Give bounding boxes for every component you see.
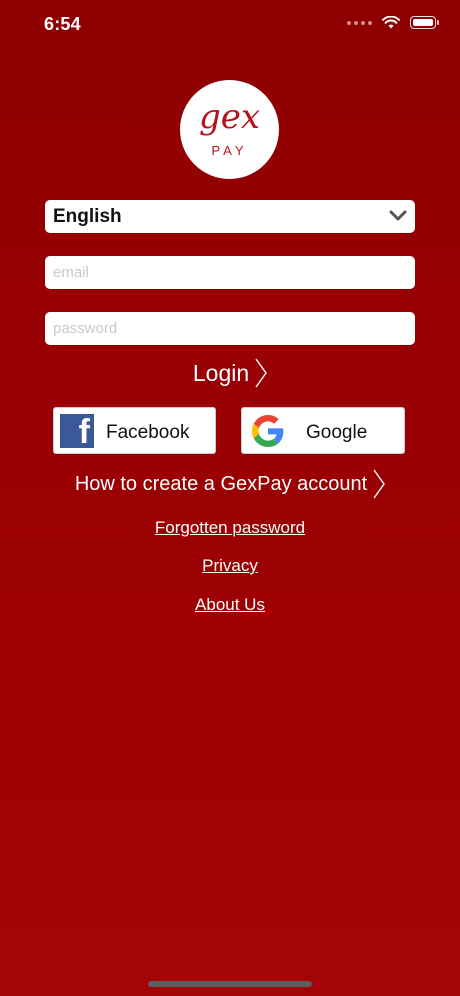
chevron-down-icon (389, 210, 407, 221)
home-indicator (148, 981, 312, 987)
chevron-right-icon (255, 358, 268, 388)
cellular-signal-icon (347, 20, 372, 25)
login-button[interactable]: Login (0, 356, 460, 390)
language-selected-value: English (53, 206, 122, 227)
password-field[interactable] (45, 312, 415, 345)
gexpay-logo: gex PAY (180, 80, 279, 179)
facebook-icon: f (60, 413, 94, 451)
status-time: 6:54 (44, 14, 81, 34)
logo-sub-text: PAY (211, 143, 248, 158)
chevron-right-icon (373, 469, 386, 499)
google-label: Google (306, 422, 368, 443)
logo-script-text: gex (198, 97, 261, 137)
status-bar: 6:54 (0, 0, 460, 50)
language-select[interactable]: English (45, 200, 415, 233)
how-to-create-account-link[interactable]: How to create a GexPay account (0, 467, 460, 501)
wifi-icon (382, 16, 400, 29)
about-us-link[interactable]: About Us (0, 595, 460, 615)
forgotten-password-link[interactable]: Forgotten password (0, 518, 460, 538)
privacy-link[interactable]: Privacy (0, 556, 460, 576)
email-field[interactable] (45, 256, 415, 289)
how-to-create-account-label: How to create a GexPay account (74, 472, 368, 495)
battery-icon (410, 16, 439, 29)
google-icon (252, 415, 284, 447)
facebook-login-button[interactable]: f Facebook (53, 407, 216, 454)
google-login-button[interactable]: Google (241, 407, 405, 454)
status-icons (347, 16, 439, 29)
login-label: Login (192, 359, 250, 386)
facebook-label: Facebook (106, 422, 190, 443)
